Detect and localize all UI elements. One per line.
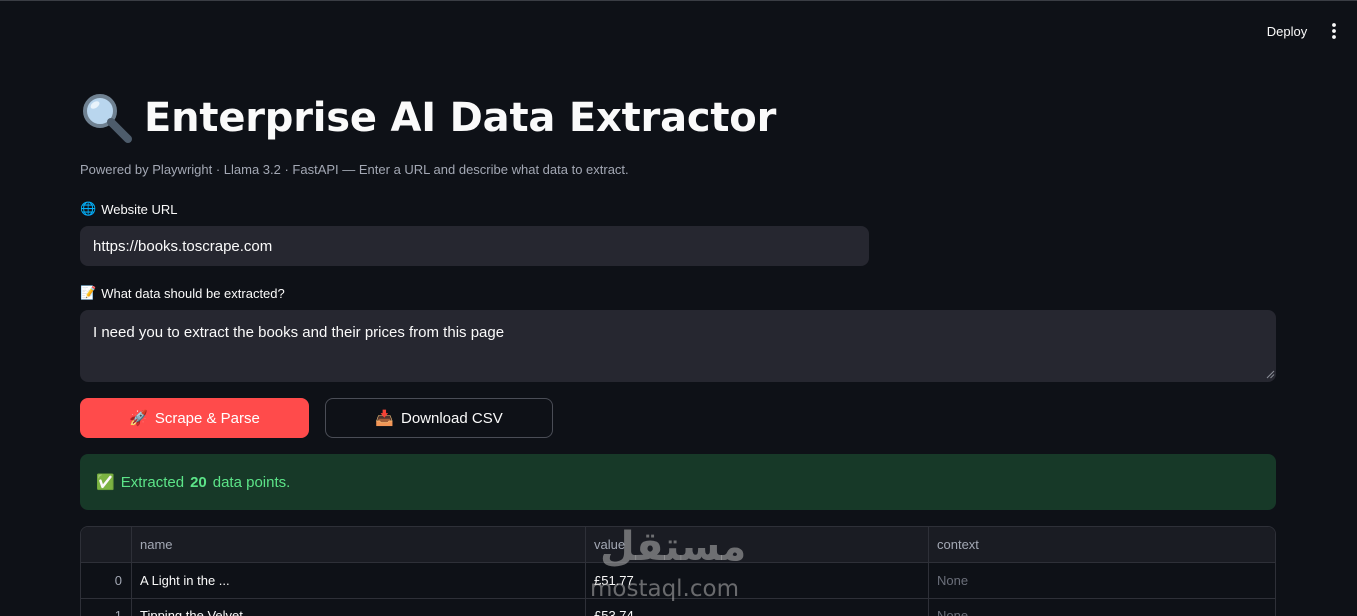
textarea-resize-handle[interactable]	[1266, 370, 1275, 379]
globe-icon: 🌐	[80, 201, 97, 216]
page-title-text: Enterprise AI Data Extractor	[144, 95, 777, 141]
magnifying-glass-icon	[83, 94, 132, 143]
row-index: 0	[81, 563, 132, 598]
table-row[interactable]: 0 A Light in the ... £51.77 None	[81, 563, 1275, 599]
scrape-parse-button[interactable]: 🚀 Scrape & Parse	[80, 398, 309, 438]
vertical-ellipsis-icon	[1332, 23, 1336, 39]
success-alert: ✅ Extracted 20 data points.	[80, 454, 1276, 510]
rocket-icon: 🚀	[129, 410, 148, 427]
cell-name[interactable]: A Light in the ...	[132, 563, 586, 598]
download-csv-button[interactable]: 📥 Download CSV	[325, 398, 553, 438]
url-label-text: Website URL	[101, 201, 178, 217]
cell-name[interactable]: Tipping the Velvet	[132, 598, 586, 616]
memo-icon: 📝	[80, 285, 97, 300]
download-button-label: Download CSV	[400, 409, 503, 427]
deploy-button[interactable]: Deploy	[1258, 19, 1316, 43]
column-header-value[interactable]: value	[586, 527, 929, 562]
app-header: Deploy	[0, 0, 1357, 60]
results-dataframe[interactable]: name value context 0 A Light in the ... …	[80, 526, 1276, 616]
page-title: Enterprise AI Data Extractor	[80, 90, 776, 146]
success-suffix: data points.	[212, 473, 291, 491]
success-prefix: Extracted	[120, 473, 185, 491]
cell-context[interactable]: None	[929, 563, 1275, 598]
url-field-label: 🌐 Website URL	[80, 201, 178, 217]
column-header-index	[81, 527, 132, 562]
extracted-count: 20	[190, 473, 207, 491]
table-row[interactable]: 1 Tipping the Velvet £53.74 None	[81, 598, 1275, 616]
scrape-button-label: Scrape & Parse	[154, 409, 260, 427]
extraction-prompt-textarea[interactable]: I need you to extract the books and thei…	[80, 310, 1276, 382]
website-url-input[interactable]	[80, 226, 869, 266]
prompt-field-label: 📝 What data should be extracted?	[80, 285, 285, 301]
cell-context[interactable]: None	[929, 598, 1275, 616]
main-menu-button[interactable]	[1322, 19, 1346, 43]
prompt-label-text: What data should be extracted?	[101, 285, 285, 301]
cell-value[interactable]: £53.74	[586, 598, 929, 616]
column-header-context[interactable]: context	[929, 527, 1275, 562]
row-index: 1	[81, 598, 132, 616]
column-header-name[interactable]: name	[132, 527, 586, 562]
inbox-tray-icon: 📥	[375, 410, 394, 427]
check-mark-icon: ✅	[96, 474, 115, 491]
table-header-row: name value context	[81, 527, 1275, 563]
page-subtitle: Powered by Playwright · Llama 3.2 · Fast…	[80, 162, 629, 177]
cell-value[interactable]: £51.77	[586, 563, 929, 598]
